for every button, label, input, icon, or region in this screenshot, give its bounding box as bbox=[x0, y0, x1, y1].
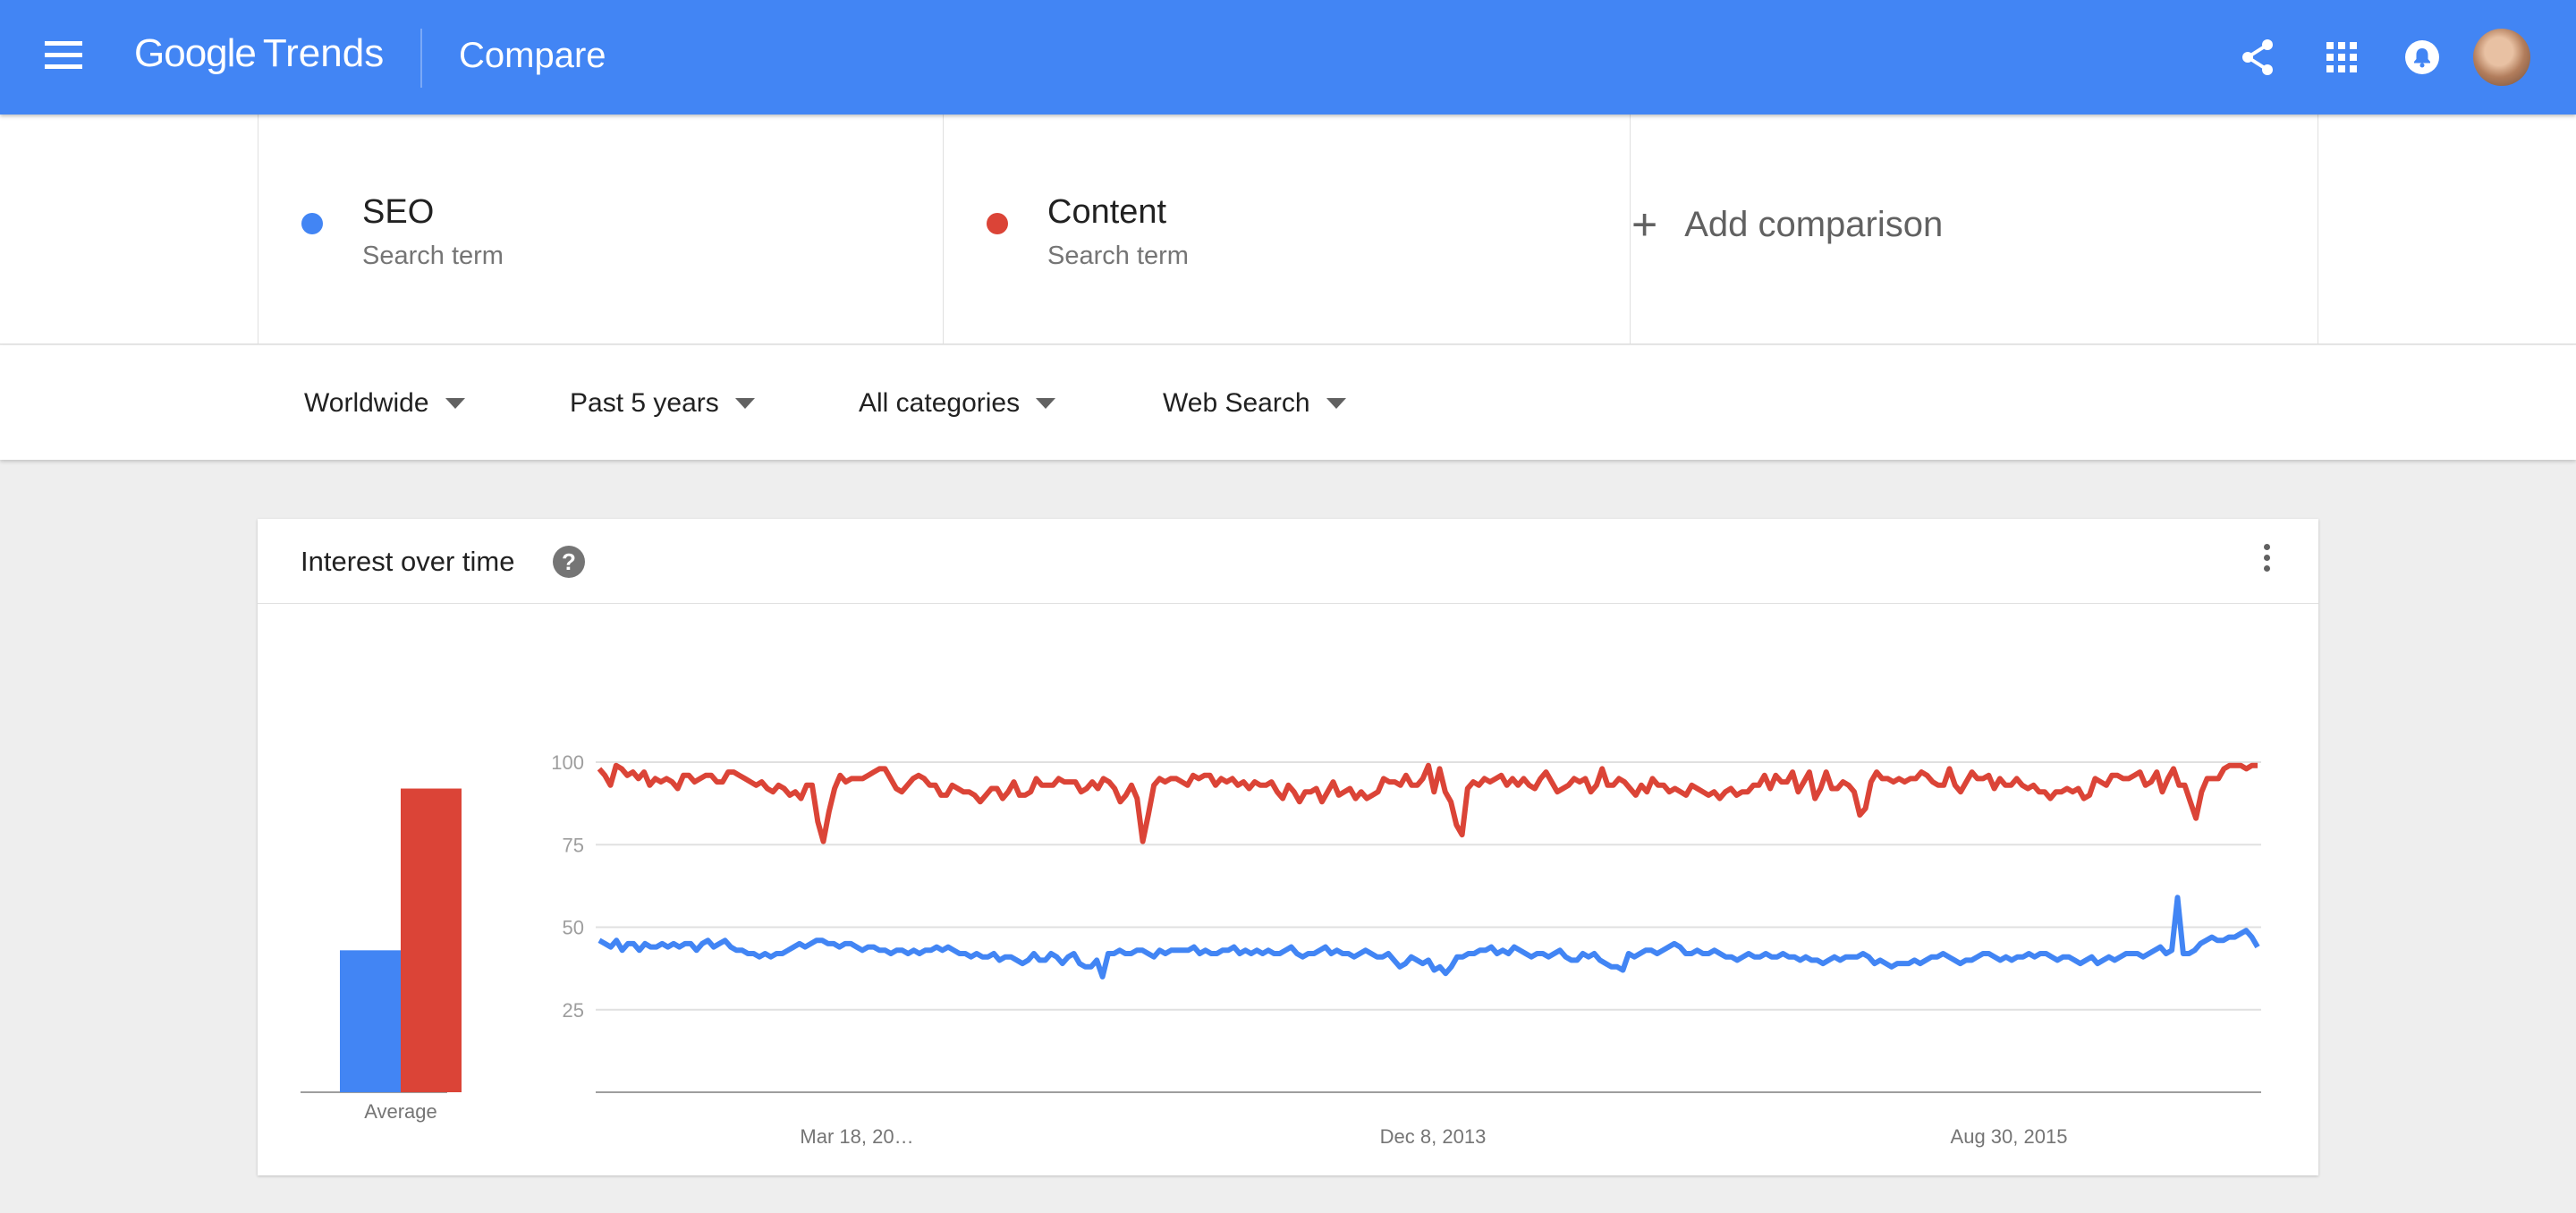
card-title: Interest over time bbox=[301, 546, 515, 577]
y-tick-label: 100 bbox=[551, 751, 584, 774]
region-value: Worldwide bbox=[304, 388, 429, 418]
x-axis-labels: Mar 18, 20… Dec 8, 2013 Aug 30, 2015 bbox=[800, 1125, 2067, 1148]
y-tick-label: 75 bbox=[563, 834, 584, 856]
term-color-dot bbox=[301, 213, 323, 234]
average-bar-seo bbox=[340, 950, 401, 1092]
region-dropdown[interactable]: Worldwide bbox=[304, 388, 465, 419]
more-options-icon[interactable] bbox=[2258, 544, 2275, 580]
interest-chart: Average 25 50 75 100 Mar 18, 20… Dec 8, 2013… bbox=[301, 751, 2261, 1148]
term-name: Content bbox=[1047, 193, 1167, 231]
y-tick-label: 50 bbox=[563, 917, 584, 939]
dropdown-arrow-icon bbox=[1036, 398, 1056, 409]
term-name: SEO bbox=[362, 193, 435, 231]
plus-icon: + bbox=[1631, 199, 1658, 250]
logo-google-text: Google bbox=[134, 31, 257, 75]
time-range-dropdown[interactable]: Past 5 years bbox=[570, 388, 755, 419]
x-tick-label: Aug 30, 2015 bbox=[1951, 1125, 2068, 1148]
add-comparison-label: Add comparison bbox=[1684, 204, 1944, 244]
term-color-dot bbox=[987, 213, 1008, 234]
page-title: Compare bbox=[459, 36, 606, 75]
dropdown-arrow-icon bbox=[445, 398, 465, 409]
help-icon[interactable]: ? bbox=[553, 546, 585, 578]
category-value: All categories bbox=[859, 388, 1021, 418]
search-type-value: Web Search bbox=[1163, 388, 1310, 418]
card-header: Interest over time ? bbox=[258, 519, 2318, 604]
average-bar-content bbox=[401, 788, 462, 1092]
share-icon[interactable] bbox=[2234, 34, 2281, 81]
average-label: Average bbox=[364, 1100, 437, 1123]
time-range-value: Past 5 years bbox=[570, 388, 719, 418]
logo-trends-text: Trends bbox=[262, 31, 385, 75]
app-header: Google Trends Compare bbox=[0, 0, 2576, 115]
user-avatar[interactable] bbox=[2473, 29, 2530, 86]
y-axis-labels: 25 50 75 100 bbox=[551, 751, 584, 1022]
filter-bar: Worldwide Past 5 years All categories We… bbox=[0, 345, 2576, 460]
google-trends-logo[interactable]: Google Trends bbox=[134, 27, 384, 81]
line-chart-grid bbox=[596, 761, 2261, 1011]
notifications-bell-icon[interactable] bbox=[2399, 34, 2445, 81]
dropdown-arrow-icon bbox=[1326, 398, 1346, 409]
series-line-seo[interactable] bbox=[597, 895, 2260, 980]
search-type-dropdown[interactable]: Web Search bbox=[1163, 388, 1346, 419]
apps-grid-icon[interactable] bbox=[2318, 34, 2365, 81]
interest-over-time-card: Interest over time ? Average 25 50 75 100 M… bbox=[258, 519, 2318, 1175]
term-type: Search term bbox=[1047, 242, 1189, 270]
x-tick-label: Mar 18, 20… bbox=[800, 1125, 913, 1148]
x-tick-label: Dec 8, 2013 bbox=[1380, 1125, 1487, 1148]
add-comparison-button[interactable]: + Add comparison bbox=[1631, 202, 1943, 247]
comparison-terms-bar: SEO Search term Content Search term + Ad… bbox=[0, 115, 2576, 344]
average-bar-chart: Average bbox=[301, 788, 462, 1123]
header-divider bbox=[420, 29, 422, 88]
dropdown-arrow-icon bbox=[734, 398, 755, 409]
series-line-content[interactable] bbox=[597, 762, 2258, 844]
category-dropdown[interactable]: All categories bbox=[859, 388, 1056, 419]
term-seo[interactable]: SEO Search term bbox=[258, 115, 944, 344]
term-type: Search term bbox=[362, 242, 504, 270]
y-tick-label: 25 bbox=[563, 999, 584, 1022]
menu-icon[interactable] bbox=[45, 41, 82, 73]
term-content[interactable]: Content Search term bbox=[943, 115, 1631, 344]
trend-lines bbox=[597, 762, 2260, 980]
